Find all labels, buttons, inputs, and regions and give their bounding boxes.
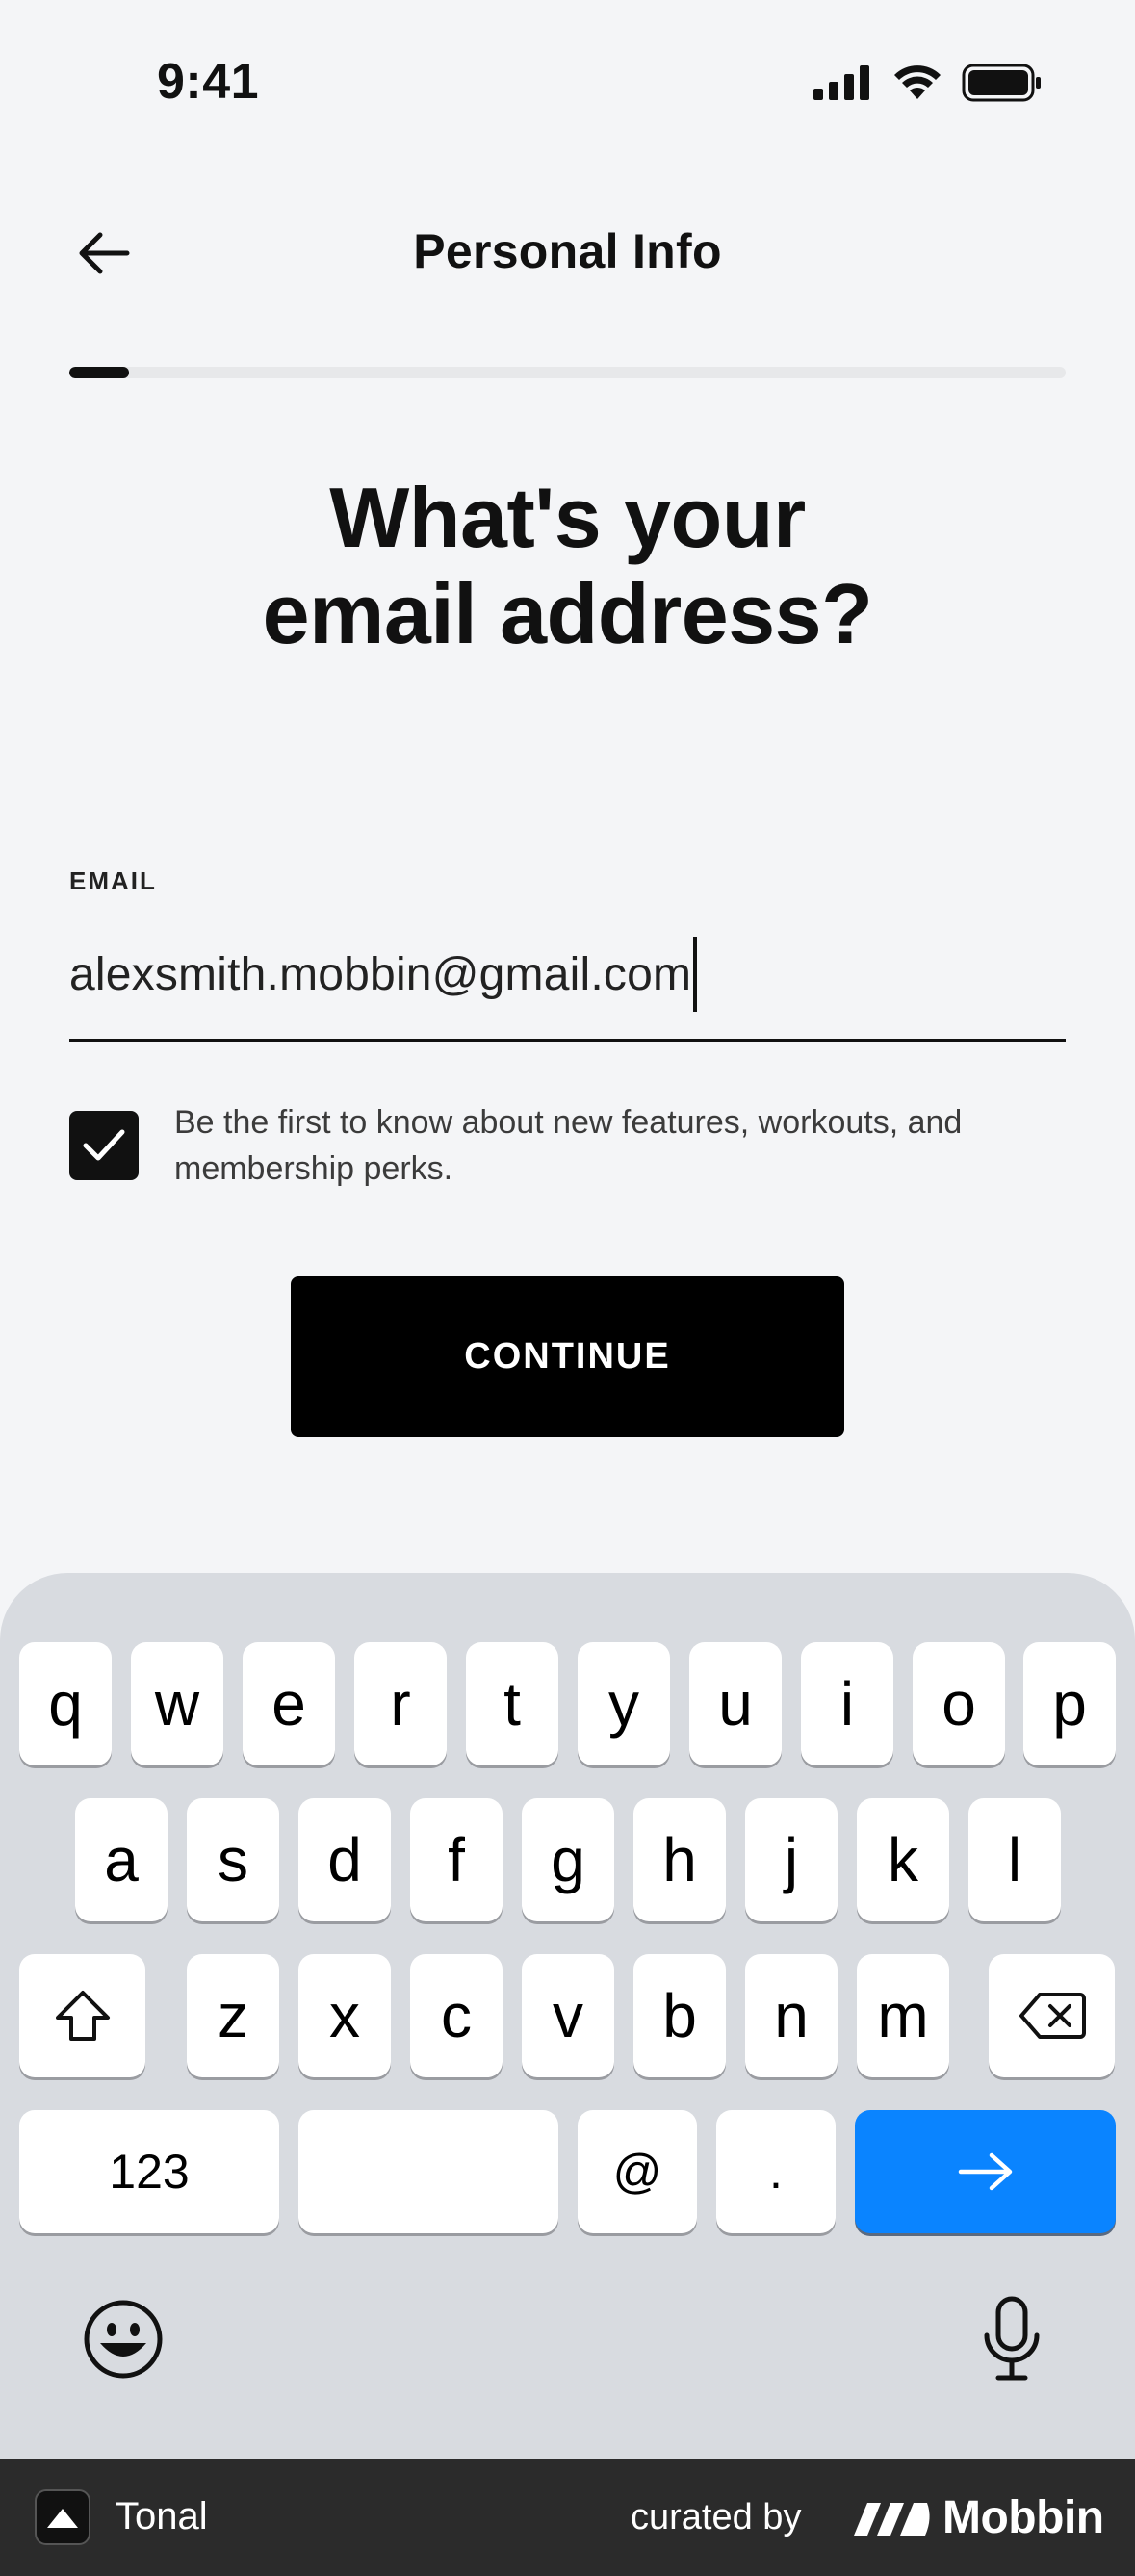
opt-in-checkbox[interactable] [69,1111,139,1180]
key-s[interactable]: s [187,1798,279,1921]
key-e[interactable]: e [243,1642,335,1765]
battery-icon [962,64,1041,102]
email-label: EMAIL [69,866,157,895]
keyboard: q w e r t y u i o p a s d f g h j k l z … [0,1573,1135,2459]
dot-key[interactable]: . [716,2110,836,2233]
status-bar: 9:41 [0,0,1135,168]
space-key[interactable] [298,2110,558,2233]
key-o[interactable]: o [913,1642,1005,1765]
arrow-right-icon [958,2152,1012,2191]
key-f[interactable]: f [410,1798,503,1921]
app-logo [35,2489,90,2545]
key-l[interactable]: l [968,1798,1061,1921]
key-u[interactable]: u [689,1642,782,1765]
backspace-icon [1019,1993,1086,2039]
opt-in-label: Be the first to know about new features,… [174,1104,963,1187]
key-g[interactable]: g [522,1798,614,1921]
dictation-button[interactable] [967,2293,1056,2385]
continue-button[interactable]: CONTINUE [291,1276,844,1437]
brand-name: Mobbin [942,2492,1104,2543]
key-b[interactable]: b [633,1954,726,2077]
header: Personal Info [0,202,1135,303]
email-field[interactable]: alexsmith.mobbin@gmail.com [69,934,1066,1042]
cellular-signal-icon [813,65,869,100]
mobbin-logo-icon [854,2502,930,2536]
wifi-icon [894,65,941,99]
question-heading: What's your email address? [0,470,1135,662]
page-title: Personal Info [413,224,722,278]
key-j[interactable]: j [745,1798,838,1921]
progress-fill [69,367,130,378]
key-p[interactable]: p [1023,1642,1116,1765]
mobbin-brand: Mobbin [852,2491,1104,2544]
key-m[interactable]: m [857,1954,949,2077]
email-value: alexsmith.mobbin@gmail.com [69,949,692,1000]
tonal-logo-icon [47,2509,78,2528]
checkmark-icon [83,1129,125,1161]
numbers-key[interactable]: 123 [19,2110,279,2233]
key-x[interactable]: x [298,1954,391,2077]
key-t[interactable]: t [466,1642,558,1765]
question-line-1: What's your [329,470,806,565]
key-h[interactable]: h [633,1798,726,1921]
key-c[interactable]: c [410,1954,503,2077]
curated-by-label: curated by [631,2497,802,2537]
shift-key[interactable] [19,1954,145,2077]
key-z[interactable]: z [187,1954,279,2077]
at-key[interactable]: @ [578,2110,697,2233]
go-key[interactable] [855,2110,1116,2233]
key-k[interactable]: k [857,1798,949,1921]
delete-key[interactable] [989,1954,1115,2077]
key-n[interactable]: n [745,1954,838,2077]
key-a[interactable]: a [75,1798,168,1921]
app-name: Tonal [116,2495,208,2537]
footer-bar: Tonal curated by Mobbin [0,2459,1135,2576]
key-d[interactable]: d [298,1798,391,1921]
key-w[interactable]: w [131,1642,223,1765]
key-q[interactable]: q [19,1642,112,1765]
microphone-icon [984,2296,1040,2381]
question-line-2: email address? [262,566,873,661]
key-r[interactable]: r [354,1642,447,1765]
key-v[interactable]: v [522,1954,614,2077]
emoji-button[interactable] [79,2295,168,2383]
key-i[interactable]: i [801,1642,893,1765]
shift-icon [55,1991,110,2041]
progress-bar [69,367,1066,378]
text-caret [693,937,698,1012]
emoji-icon [84,2300,163,2379]
key-y[interactable]: y [578,1642,670,1765]
status-icons [813,64,1043,102]
status-time: 9:41 [157,54,260,110]
